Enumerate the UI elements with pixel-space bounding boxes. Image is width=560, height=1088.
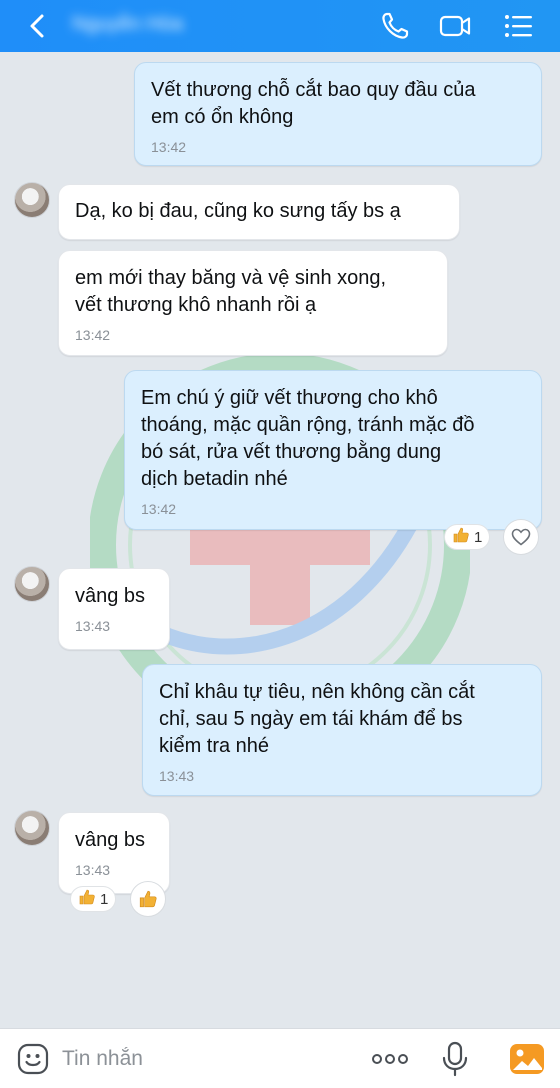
message-text: em mới thay băng và vệ sinh xong, vết th… [75,267,387,316]
microphone-icon[interactable] [440,1041,470,1077]
reaction-count: 1 [100,890,109,908]
message-text: vâng bs [75,585,146,607]
chevron-left-icon[interactable] [22,10,54,42]
video-camera-icon[interactable] [438,9,472,43]
message-bubble-outgoing[interactable]: Em chú ý giữ vết thương cho khô thoáng, … [124,370,542,530]
message-bubble-outgoing[interactable]: Chỉ khâu tự tiêu, nên không cần cắt chỉ,… [142,664,542,796]
message-bubble-incoming[interactable]: em mới thay băng và vệ sinh xong, vết th… [58,250,448,356]
chat-header: Nguyễn Hòa [0,0,560,52]
message-time: 13:43 [159,768,195,784]
like-react-button[interactable] [130,881,166,917]
phone-icon[interactable] [378,9,412,43]
heart-icon [511,528,531,546]
message-text: Vết thương chỗ cắt bao quy đầu của em có… [151,79,476,128]
message-time: 13:42 [151,139,187,155]
heart-react-button[interactable] [503,519,539,555]
message-input-bar [0,1028,560,1088]
message-time: 13:43 [75,618,111,634]
message-time: 13:42 [75,327,111,343]
contact-name[interactable]: Nguyễn Hòa [72,13,222,37]
reaction-badge[interactable]: 1 [444,524,491,550]
message-text: Em chú ý giữ vết thương cho khô thoáng, … [141,387,475,490]
more-dots-icon[interactable] [370,1044,410,1074]
message-text: vâng bs [75,829,146,851]
thumbs-up-icon [78,888,96,910]
message-bubble-incoming[interactable]: vâng bs 13:43 [58,568,170,650]
chat-messages[interactable]: Vết thương chỗ cắt bao quy đầu của em có… [0,52,560,1028]
thumbs-up-icon [139,890,157,908]
message-bubble-outgoing[interactable]: Vết thương chỗ cắt bao quy đầu của em có… [134,62,542,166]
reaction-badge[interactable]: 1 [70,886,117,912]
message-text: Chỉ khâu tự tiêu, nên không cần cắt chỉ,… [159,681,475,757]
emoji-smile-icon[interactable] [16,1042,50,1076]
message-time: 13:42 [141,501,177,517]
list-menu-icon[interactable] [502,9,536,43]
message-input[interactable] [62,1043,342,1075]
message-time: 13:43 [75,862,111,878]
message-bubble-incoming[interactable]: Dạ, ko bị đau, cũng ko sưng tấy bs ạ [58,184,460,240]
reaction-count: 1 [474,528,483,546]
avatar[interactable] [14,182,50,218]
message-text: Dạ, ko bị đau, cũng ko sưng tấy bs ạ [75,200,401,222]
avatar[interactable] [14,566,50,602]
avatar[interactable] [14,810,50,846]
image-gallery-icon[interactable] [508,1041,546,1077]
thumbs-up-icon [452,526,470,548]
